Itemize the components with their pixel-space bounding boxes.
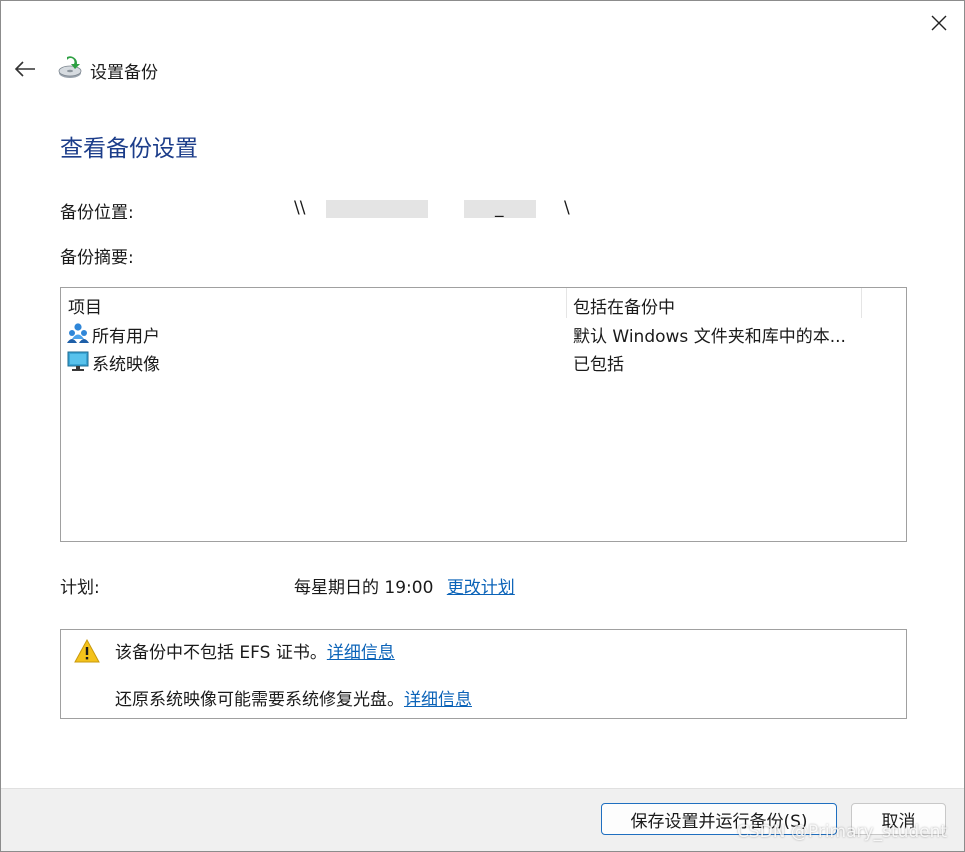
close-button[interactable] xyxy=(919,5,959,41)
backup-location-label: 备份位置: xyxy=(60,203,134,223)
schedule-value: 每星期日的 19:00 更改计划 xyxy=(294,573,515,598)
column-divider[interactable] xyxy=(861,288,862,318)
details-link[interactable]: 详细信息 xyxy=(327,643,395,663)
summary-table[interactable]: 项目 包括在备份中 所有用户 默认 Windows 文件夹和库中的本... 系统… xyxy=(60,287,907,542)
notice-line: 该备份中不包括 EFS 证书。详细信息 xyxy=(115,638,395,663)
schedule-text: 每星期日的 19:00 xyxy=(294,578,434,598)
notice-text: 该备份中不包括 EFS 证书。 xyxy=(115,643,327,663)
row-name: 系统映像 xyxy=(92,355,160,375)
location-suffix: \ xyxy=(564,198,570,218)
row-value: 已包括 xyxy=(573,355,624,375)
details-link[interactable]: 详细信息 xyxy=(404,690,472,710)
table-header: 项目 包括在备份中 xyxy=(61,288,906,318)
redacted-area xyxy=(326,200,428,218)
backup-location-value: \\ _ \ xyxy=(294,198,584,222)
footer-bar: 保存设置并运行备份(S) 取消 xyxy=(1,788,964,851)
warning-icon xyxy=(74,639,100,663)
watermark: CSDN @Primary_student xyxy=(737,822,948,842)
change-schedule-link[interactable]: 更改计划 xyxy=(447,578,515,598)
page-title: 查看备份设置 xyxy=(60,136,198,162)
monitor-icon xyxy=(67,351,89,371)
schedule-label: 计划: xyxy=(60,578,100,598)
row-value: 默认 Windows 文件夹和库中的本... xyxy=(573,327,846,347)
row-name: 所有用户 xyxy=(92,327,160,347)
column-header-included[interactable]: 包括在备份中 xyxy=(573,293,675,318)
notice-text: 还原系统映像可能需要系统修复光盘。 xyxy=(115,690,404,710)
back-button[interactable] xyxy=(9,53,41,85)
arrow-left-icon xyxy=(14,61,35,77)
window-title: 设置备份 xyxy=(90,63,158,83)
location-sep: _ xyxy=(495,198,504,218)
location-prefix: \\ xyxy=(294,198,306,218)
backup-settings-window: 设置备份 查看备份设置 备份位置: \\ _ \ 备份摘要: 项目 包括在备份中… xyxy=(0,0,965,852)
column-header-item[interactable]: 项目 xyxy=(68,293,102,318)
close-icon xyxy=(931,15,947,31)
backup-summary-label: 备份摘要: xyxy=(60,248,134,268)
table-row[interactable]: 系统映像 已包括 xyxy=(61,347,906,375)
table-row[interactable]: 所有用户 默认 Windows 文件夹和库中的本... xyxy=(61,319,906,347)
notice-line: 还原系统映像可能需要系统修复光盘。详细信息 xyxy=(115,685,472,710)
users-icon xyxy=(67,323,89,343)
notice-box: 该备份中不包括 EFS 证书。详细信息 还原系统映像可能需要系统修复光盘。详细信… xyxy=(60,629,907,719)
backup-app-icon xyxy=(58,56,82,78)
column-divider[interactable] xyxy=(566,288,567,318)
